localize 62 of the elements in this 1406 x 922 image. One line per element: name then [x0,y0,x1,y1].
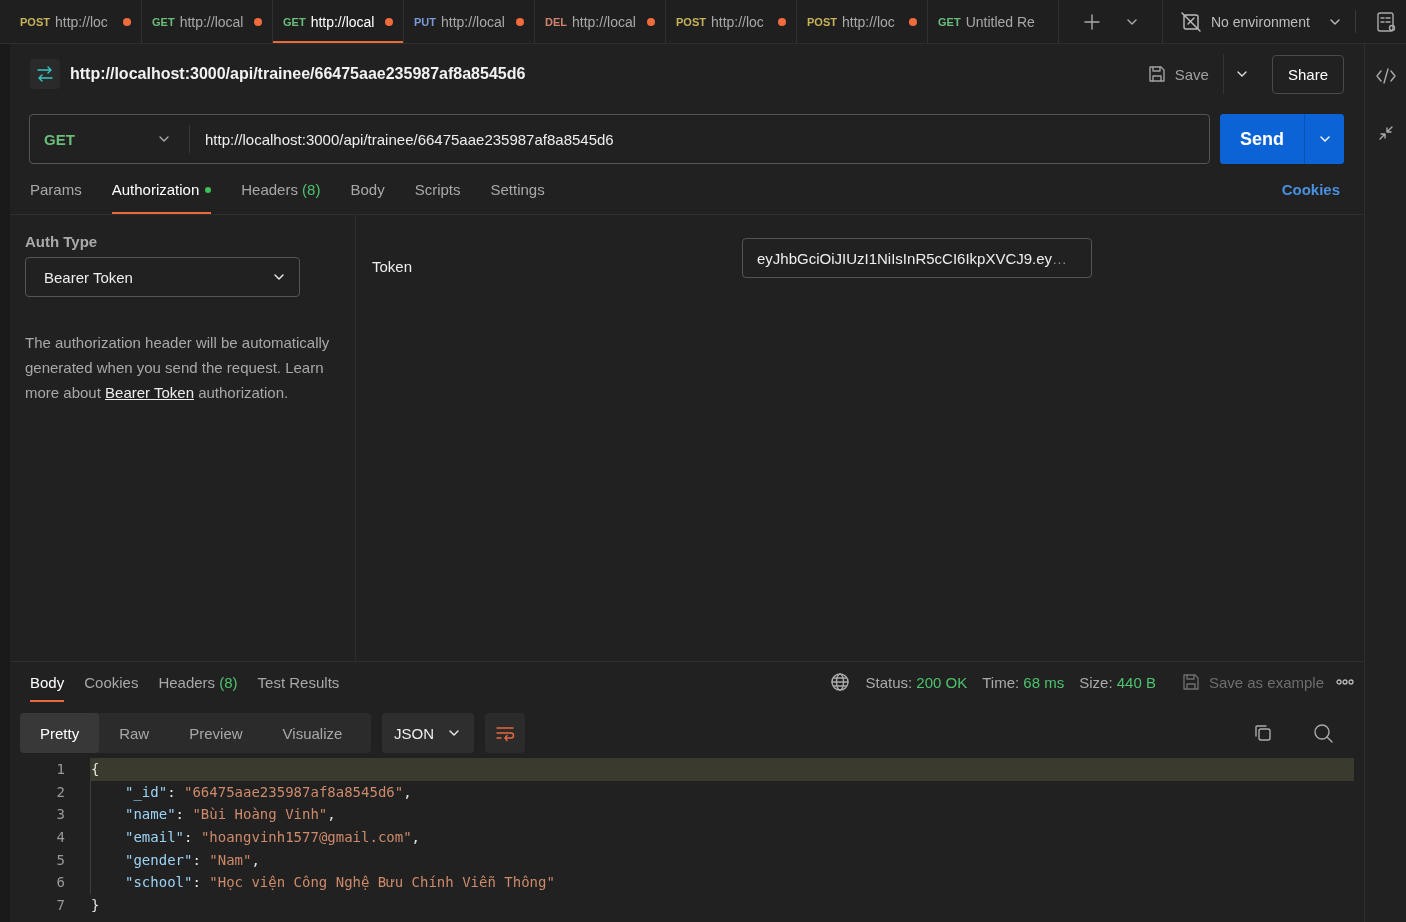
response-tab[interactable]: Test Results [257,662,340,702]
field-label: Auth Type [25,233,99,250]
share-button[interactable]: Share [1271,54,1344,94]
environment-selector[interactable]: No environment [1162,0,1355,43]
request-tab[interactable]: POST http://loc [10,0,141,43]
request-tab[interactable]: GET http://local [272,0,403,43]
line-number: 4 [55,829,66,846]
response-tab[interactable]: Headers (8) [158,662,238,702]
bearer-token-link[interactable]: Bearer Token [105,384,194,401]
request-option-tab[interactable]: Headers (8) [241,165,321,214]
response-size: Size: 440 B [1079,673,1156,691]
more-icon[interactable] [1336,678,1354,686]
code-line: "_id": "66475aae235987af8a8545d6", [124,782,413,803]
cookies-link[interactable]: Cookies [1281,181,1340,198]
code-line: } [90,895,101,915]
line-number: 3 [55,806,66,823]
request-tab[interactable]: POST http://loc [665,0,796,43]
view-mode-tab[interactable]: Preview [169,713,263,753]
code-line: "school": "Học viện Công Nghệ Bưu Chính Viễn Thông" [124,873,556,893]
request-option-tab[interactable]: Body [350,165,385,214]
response-tab[interactable]: Body [30,662,65,702]
method-dropdown[interactable]: GET [30,125,190,153]
url-field[interactable]: http://localhost:3000/api/trainee/66475aae235987af8a8545d6 [190,130,614,148]
no-environment-icon [1181,11,1201,32]
response-time: Time: 68 ms [982,673,1065,691]
line-number: 7 [55,896,66,913]
search-icon[interactable] [1312,722,1334,744]
response-tab[interactable]: Cookies [84,662,139,702]
view-mode-tab[interactable]: Visualize [262,713,363,753]
auth-type-dropdown[interactable]: Bearer Token [25,257,300,297]
request-option-tab[interactable]: Authorization [111,165,212,214]
view-mode-tab[interactable]: Pretty [20,713,100,753]
request-tab[interactable]: PUT http://local [403,0,534,43]
copy-icon[interactable] [1253,723,1273,743]
globe-icon[interactable] [830,672,851,692]
request-tab[interactable]: DEL http://local [534,0,665,43]
request-option-tab[interactable]: Scripts [414,165,461,214]
save-icon [1180,672,1201,692]
request-tab[interactable]: GET http://local [141,0,272,43]
response-status: Status: 200 OK [865,673,968,691]
request-tab[interactable]: POST http://loc [796,0,927,43]
code-line: "email": "hoangvinh1577@gmail.com", [124,828,422,848]
view-mode-tab[interactable]: Raw [99,713,170,753]
plus-icon[interactable] [1083,12,1101,31]
line-number: 2 [55,783,66,800]
request-option-tab[interactable]: Settings [490,165,545,214]
request-option-tab[interactable]: Params [30,165,82,214]
line-number: 6 [55,874,66,891]
code-line: "gender": "Nam", [124,850,261,870]
token-field[interactable]: eyJhbGciOiJIUzI1NiIsInR5cCI6IkpXVCJ9.ey… [742,238,1092,278]
request-title: http://localhost:3000/api/trainee/66475aae235987af8a8545d6 [70,65,526,83]
help-text: The authorization header will be automatically generated when you send the request. Learn more about Bearer Token authorization. [25,333,331,403]
request-tab[interactable]: GET Untitled Re [927,0,1058,43]
code-icon[interactable] [1374,66,1397,86]
save-button[interactable]: Save [1146,54,1224,94]
wrap-lines-button[interactable] [485,713,525,753]
line-number: 1 [55,761,66,778]
code-line: "name": "Bùi Hoàng Vinh", [124,805,337,825]
field-label: Token [372,258,414,275]
line-number: 5 [55,851,66,868]
format-dropdown[interactable]: JSON [382,713,474,753]
save-icon [1146,64,1167,84]
